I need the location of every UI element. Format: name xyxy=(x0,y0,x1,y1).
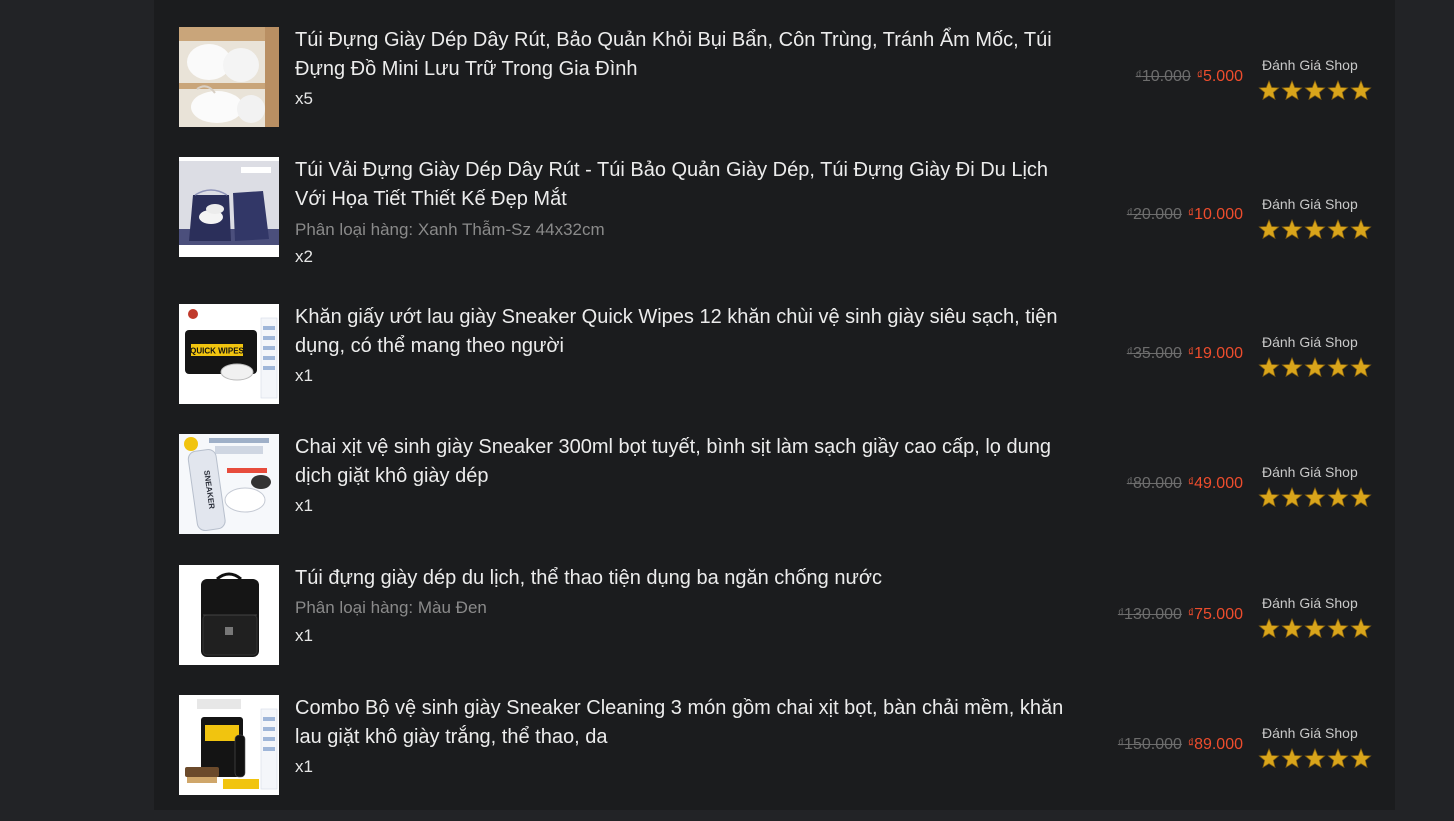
product-name[interactable]: Khăn giấy ướt lau giày Sneaker Quick Wip… xyxy=(295,303,1075,361)
star-icon[interactable] xyxy=(1281,219,1303,240)
shop-rating-label[interactable]: Đánh Giá Shop xyxy=(1258,464,1368,480)
star-icon[interactable] xyxy=(1304,618,1326,639)
shop-rating[interactable]: Đánh Giá Shop xyxy=(1258,725,1372,769)
original-price: ₫10.000 xyxy=(1135,68,1191,85)
product-thumbnail[interactable]: SNEAKER xyxy=(179,434,279,534)
star-icon[interactable] xyxy=(1258,487,1280,508)
product-thumbnail[interactable] xyxy=(179,27,279,127)
product-quantity: x2 xyxy=(295,247,313,266)
star-icon[interactable] xyxy=(1258,357,1280,378)
star-icon[interactable] xyxy=(1350,80,1372,101)
star-icon[interactable] xyxy=(1350,219,1372,240)
shop-rating[interactable]: Đánh Giá Shop xyxy=(1258,57,1372,101)
product-thumbnail[interactable] xyxy=(179,695,279,795)
star-icon[interactable] xyxy=(1327,80,1349,101)
discounted-price: ₫75.000 xyxy=(1187,606,1243,623)
star-icon[interactable] xyxy=(1304,219,1326,240)
star-icon[interactable] xyxy=(1327,357,1349,378)
product-name[interactable]: Combo Bộ vệ sinh giày Sneaker Cleaning 3… xyxy=(295,694,1075,752)
price-box: ₫20.000 ₫10.000 xyxy=(1127,205,1243,225)
discounted-price: ₫89.000 xyxy=(1187,736,1243,753)
price-box: ₫80.000 ₫49.000 xyxy=(1127,474,1243,494)
product-name[interactable]: Chai xịt vệ sinh giày Sneaker 300ml bọt … xyxy=(295,433,1075,491)
discounted-price: ₫19.000 xyxy=(1187,345,1243,362)
star-icon[interactable] xyxy=(1304,487,1326,508)
product-thumbnail[interactable] xyxy=(179,157,279,257)
product-quantity: x5 xyxy=(295,89,313,108)
star-icon[interactable] xyxy=(1350,748,1372,769)
rating-stars[interactable] xyxy=(1258,618,1372,639)
original-price: ₫20.000 xyxy=(1126,206,1182,223)
shop-rating-label[interactable]: Đánh Giá Shop xyxy=(1258,725,1368,741)
price-box: ₫130.000 ₫75.000 xyxy=(1118,605,1243,625)
star-icon[interactable] xyxy=(1304,748,1326,769)
star-icon[interactable] xyxy=(1350,487,1372,508)
rating-stars[interactable] xyxy=(1258,357,1372,378)
rating-stars[interactable] xyxy=(1258,487,1372,508)
product-name[interactable]: Túi đựng giày dép du lịch, thể thao tiện… xyxy=(295,564,1075,593)
star-icon[interactable] xyxy=(1281,80,1303,101)
price-box: ₫35.000 ₫19.000 xyxy=(1127,344,1243,364)
product-quantity: x1 xyxy=(295,757,313,776)
original-price: ₫130.000 xyxy=(1117,606,1182,623)
cleaning-kit-photo-icon xyxy=(179,695,279,795)
shop-rating[interactable]: Đánh Giá Shop xyxy=(1258,334,1372,378)
original-price: ₫35.000 xyxy=(1126,345,1182,362)
order-item[interactable]: SNEAKER Chai xịt vệ sinh giày Sneaker 30… xyxy=(178,434,1378,535)
product-variation: Phân loại hàng: Màu Đen xyxy=(295,598,487,617)
star-icon[interactable] xyxy=(1327,748,1349,769)
spray-bottle-photo-icon: SNEAKER xyxy=(179,434,279,534)
rating-stars[interactable] xyxy=(1258,219,1372,240)
travel-shoe-bag-photo-icon xyxy=(179,565,279,665)
star-icon[interactable] xyxy=(1281,357,1303,378)
product-thumbnail[interactable]: QUICK WIPES xyxy=(179,304,279,404)
star-icon[interactable] xyxy=(1258,618,1280,639)
rating-stars[interactable] xyxy=(1258,748,1372,769)
order-item[interactable]: QUICK WIPES Khăn giấy ướt lau giày Sneak… xyxy=(178,304,1378,405)
star-icon[interactable] xyxy=(1258,748,1280,769)
price-box: ₫10.000 ₫5.000 xyxy=(1136,67,1243,87)
original-price: ₫150.000 xyxy=(1117,736,1182,753)
shop-rating-label[interactable]: Đánh Giá Shop xyxy=(1258,595,1368,611)
shoe-bag-photo-icon xyxy=(179,27,279,127)
star-icon[interactable] xyxy=(1327,487,1349,508)
star-icon[interactable] xyxy=(1258,80,1280,101)
shop-rating[interactable]: Đánh Giá Shop xyxy=(1258,595,1372,639)
original-price: ₫80.000 xyxy=(1126,475,1182,492)
star-icon[interactable] xyxy=(1304,80,1326,101)
product-thumbnail[interactable] xyxy=(179,565,279,665)
discounted-price: ₫49.000 xyxy=(1187,475,1243,492)
star-icon[interactable] xyxy=(1327,618,1349,639)
star-icon[interactable] xyxy=(1304,357,1326,378)
discounted-price: ₫5.000 xyxy=(1196,68,1243,85)
star-icon[interactable] xyxy=(1258,219,1280,240)
product-name[interactable]: Túi Vải Đựng Giày Dép Dây Rút - Túi Bảo … xyxy=(295,156,1075,214)
star-icon[interactable] xyxy=(1327,219,1349,240)
star-icon[interactable] xyxy=(1281,618,1303,639)
product-quantity: x1 xyxy=(295,366,313,385)
wipes-pack-photo-icon: QUICK WIPES xyxy=(179,304,279,404)
product-quantity: x1 xyxy=(295,626,313,645)
star-icon[interactable] xyxy=(1350,357,1372,378)
product-name[interactable]: Túi Đựng Giày Dép Dây Rút, Bảo Quản Khỏi… xyxy=(295,26,1075,84)
wipes-label: QUICK WIPES xyxy=(190,347,244,356)
star-icon[interactable] xyxy=(1281,487,1303,508)
shop-rating[interactable]: Đánh Giá Shop xyxy=(1258,196,1372,240)
order-item[interactable]: Túi Đựng Giày Dép Dây Rút, Bảo Quản Khỏi… xyxy=(178,27,1378,128)
order-item[interactable]: Túi Vải Đựng Giày Dép Dây Rút - Túi Bảo … xyxy=(178,156,1378,266)
order-item[interactable]: Túi đựng giày dép du lịch, thể thao tiện… xyxy=(178,565,1378,666)
rating-stars[interactable] xyxy=(1258,80,1372,101)
shop-rating[interactable]: Đánh Giá Shop xyxy=(1258,464,1372,508)
price-box: ₫150.000 ₫89.000 xyxy=(1118,735,1243,755)
drawstring-bag-photo-icon xyxy=(179,157,279,257)
shop-rating-label[interactable]: Đánh Giá Shop xyxy=(1258,57,1368,73)
star-icon[interactable] xyxy=(1350,618,1372,639)
product-quantity: x1 xyxy=(295,496,313,515)
star-icon[interactable] xyxy=(1281,748,1303,769)
order-item[interactable]: Combo Bộ vệ sinh giày Sneaker Cleaning 3… xyxy=(178,695,1378,796)
shop-rating-label[interactable]: Đánh Giá Shop xyxy=(1258,334,1368,350)
shop-rating-label[interactable]: Đánh Giá Shop xyxy=(1258,196,1368,212)
discounted-price: ₫10.000 xyxy=(1187,206,1243,223)
product-variation: Phân loại hàng: Xanh Thẫm-Sz 44x32cm xyxy=(295,220,605,239)
